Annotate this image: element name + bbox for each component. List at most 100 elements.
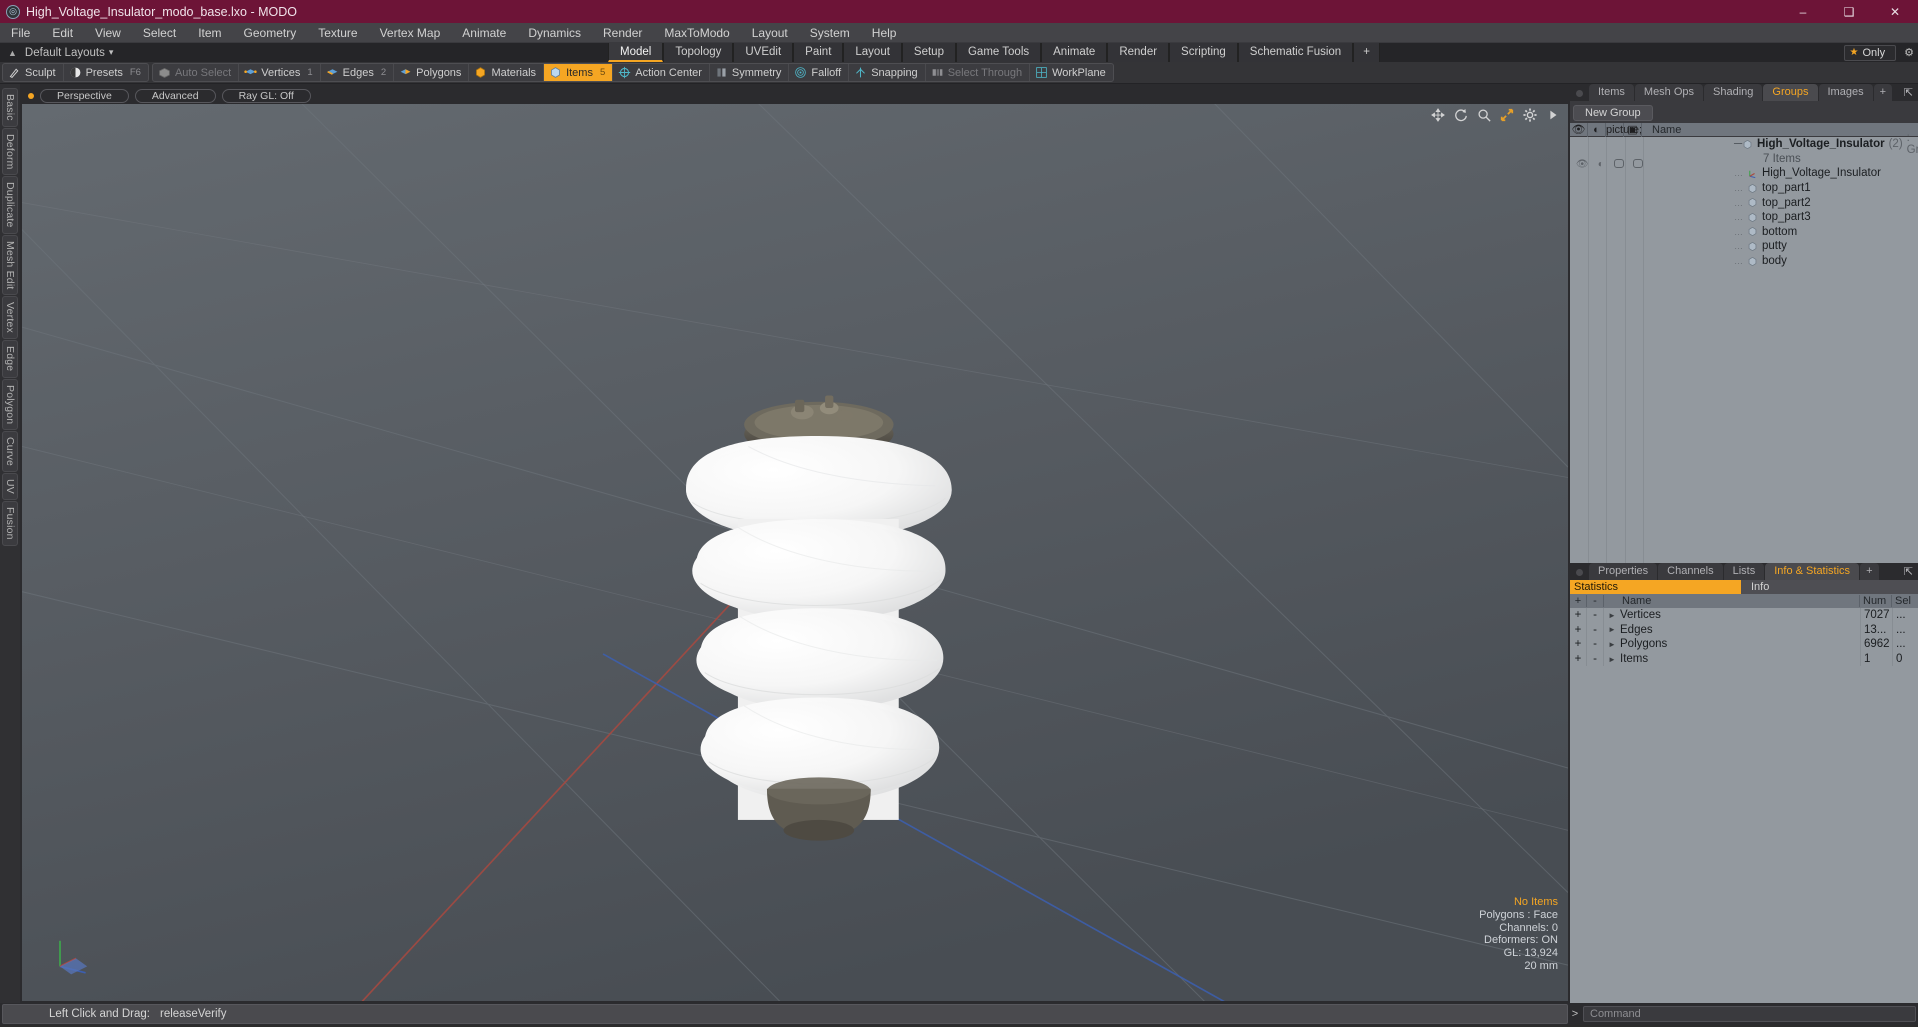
fit-expand-icon[interactable] xyxy=(1500,108,1514,122)
panel-menu-dot-icon[interactable] xyxy=(1576,90,1583,97)
tool-polygons[interactable]: Polygons xyxy=(394,64,470,81)
tool-falloff[interactable]: Falloff xyxy=(789,64,850,81)
menu-item-help[interactable]: Help xyxy=(861,23,908,43)
menu-item-dynamics[interactable]: Dynamics xyxy=(517,23,592,43)
tab-shading[interactable]: Shading xyxy=(1704,84,1763,101)
layout-tab-topology[interactable]: Topology xyxy=(663,43,734,62)
subtab-statistics[interactable]: Statistics xyxy=(1570,580,1741,594)
panel-menu-dot-icon[interactable] xyxy=(1576,569,1583,576)
menu-item-texture[interactable]: Texture xyxy=(307,23,368,43)
tool-sculpt[interactable]: Sculpt xyxy=(3,64,64,81)
row-remove-button[interactable]: - xyxy=(1587,622,1604,638)
vtab-duplicate[interactable]: Duplicate xyxy=(2,176,18,234)
col-wireframe-cube-icon[interactable]: picture; xyxy=(1606,122,1642,137)
tab-add[interactable]: + xyxy=(1860,563,1879,580)
col-eye-icon[interactable]: 👁 xyxy=(1570,122,1588,137)
layout-tab-game-tools[interactable]: Game Tools xyxy=(955,43,1042,62)
row-shaded-checkbox[interactable] xyxy=(1629,159,1648,171)
menu-item-file[interactable]: File xyxy=(0,23,41,43)
zoom-magnifier-icon[interactable] xyxy=(1477,108,1491,122)
new-group-button[interactable]: New Group xyxy=(1573,105,1653,121)
expand-triangle-icon[interactable]: ► xyxy=(1604,611,1620,620)
col-shaded-cube-icon[interactable]: ▣ xyxy=(1624,122,1642,137)
menu-item-maxtomodo[interactable]: MaxToModo xyxy=(653,23,740,43)
expand-panel-icon[interactable]: ⇱ xyxy=(1904,565,1913,578)
vtab-fusion[interactable]: Fusion xyxy=(2,501,18,546)
menu-item-layout[interactable]: Layout xyxy=(741,23,799,43)
table-row[interactable]: + - ► Vertices 7027 ... xyxy=(1570,608,1918,623)
tool-snapping[interactable]: Snapping xyxy=(849,64,926,81)
row-remove-button[interactable]: - xyxy=(1587,637,1604,652)
close-button[interactable]: ✕ xyxy=(1872,0,1918,23)
layout-tab-uvedit[interactable]: UVEdit xyxy=(733,43,794,62)
viewport-shading-selector[interactable]: Advanced xyxy=(134,88,216,103)
col-render-icon[interactable]: ◐ xyxy=(1588,122,1606,137)
tool-auto-select[interactable]: Auto Select xyxy=(153,64,240,81)
tool-presets[interactable]: Presets F6 xyxy=(64,64,148,81)
subtab-info[interactable]: Info xyxy=(1741,580,1918,594)
vtab-curve[interactable]: Curve xyxy=(2,431,18,473)
vtab-vertex[interactable]: Vertex xyxy=(2,296,18,340)
vtab-mesh-edit[interactable]: Mesh Edit xyxy=(2,234,18,296)
tab-lists[interactable]: Lists xyxy=(1723,563,1765,580)
menu-item-geometry[interactable]: Geometry xyxy=(233,23,308,43)
layout-tab-add[interactable]: + xyxy=(1353,43,1380,62)
play-triangle-icon[interactable] xyxy=(1546,108,1560,122)
gear-icon[interactable] xyxy=(1523,108,1537,122)
layout-tab-animate[interactable]: Animate xyxy=(1041,43,1108,62)
tab-items[interactable]: Items xyxy=(1589,84,1634,101)
tool-materials[interactable]: Materials xyxy=(469,64,545,81)
tree-row[interactable]: ─ High_Voltage_Insulator (2) : Group xyxy=(1570,132,1918,156)
layout-tab-layout[interactable]: Layout xyxy=(843,43,902,62)
vtab-edge[interactable]: Edge xyxy=(2,340,18,378)
tool-items[interactable]: Items 5 xyxy=(544,64,614,81)
default-layouts-label[interactable]: Default Layouts xyxy=(25,47,105,59)
tool-select-through[interactable]: Select Through xyxy=(926,64,1031,81)
viewport-3d[interactable]: No Items Polygons : Face Channels: 0 Def… xyxy=(22,104,1568,1001)
vtab-polygon[interactable]: Polygon xyxy=(2,378,18,431)
row-add-button[interactable]: + xyxy=(1570,622,1587,638)
tool-edges[interactable]: Edges 2 xyxy=(321,64,395,81)
vtab-basic[interactable]: Basic xyxy=(2,88,18,127)
row-remove-button[interactable]: - xyxy=(1587,651,1604,667)
row-add-button[interactable]: + xyxy=(1570,637,1587,652)
header-add-icon[interactable]: + xyxy=(1570,595,1587,607)
layout-tab-paint[interactable]: Paint xyxy=(793,43,844,62)
row-wire-checkbox[interactable] xyxy=(1610,159,1629,171)
row-add-button[interactable]: + xyxy=(1570,651,1587,667)
row-eye-icon[interactable]: 👁 xyxy=(1573,159,1592,171)
menu-item-item[interactable]: Item xyxy=(187,23,232,43)
tab-channels[interactable]: Channels xyxy=(1658,563,1723,580)
layout-tab-schematic-fusion[interactable]: Schematic Fusion xyxy=(1237,43,1354,62)
tab-mesh-ops[interactable]: Mesh Ops xyxy=(1634,84,1704,101)
table-row[interactable]: + - ► Edges 13... ... xyxy=(1570,622,1918,638)
tab-info-statistics[interactable]: Info & Statistics xyxy=(1765,563,1860,580)
menu-item-animate[interactable]: Animate xyxy=(451,23,517,43)
layout-tab-setup[interactable]: Setup xyxy=(901,43,956,62)
command-input[interactable]: Command xyxy=(1583,1006,1916,1022)
tab-images[interactable]: Images xyxy=(1818,84,1873,101)
vtab-deform[interactable]: Deform xyxy=(2,127,18,176)
table-row[interactable]: + - ► Items 1 0 xyxy=(1570,651,1918,667)
layout-tab-scripting[interactable]: Scripting xyxy=(1169,43,1238,62)
expand-triangle-icon[interactable]: ► xyxy=(1604,655,1620,664)
only-toggle[interactable]: ★ Only xyxy=(1843,44,1897,61)
tool-workplane[interactable]: WorkPlane xyxy=(1030,64,1113,81)
tool-symmetry[interactable]: Symmetry xyxy=(710,64,790,81)
viewport-raygl-toggle[interactable]: Ray GL: Off xyxy=(221,88,311,103)
statistics-table-body[interactable]: + - ► Vertices 7027 ... + - ► Edges 13..… xyxy=(1570,608,1918,1003)
rotate-icon[interactable] xyxy=(1454,108,1468,122)
maximize-button[interactable]: ❑ xyxy=(1826,0,1872,23)
layout-tab-model[interactable]: Model xyxy=(608,43,664,62)
gear-icon[interactable]: ⚙ xyxy=(1904,46,1914,59)
vtab-uv[interactable]: UV xyxy=(2,473,18,501)
tab-groups[interactable]: Groups xyxy=(1763,84,1818,101)
tab-add[interactable]: + xyxy=(1873,84,1893,101)
expand-triangle-icon[interactable]: ► xyxy=(1604,625,1620,634)
row-add-button[interactable]: + xyxy=(1570,608,1587,623)
layout-tab-render[interactable]: Render xyxy=(1107,43,1170,62)
tool-vertices[interactable]: Vertices 1 xyxy=(239,64,321,81)
table-row[interactable]: + - ► Polygons 6962 ... xyxy=(1570,637,1918,652)
menu-item-vertex-map[interactable]: Vertex Map xyxy=(369,23,452,43)
collapse-arrow-icon[interactable]: ▲ xyxy=(8,48,17,58)
